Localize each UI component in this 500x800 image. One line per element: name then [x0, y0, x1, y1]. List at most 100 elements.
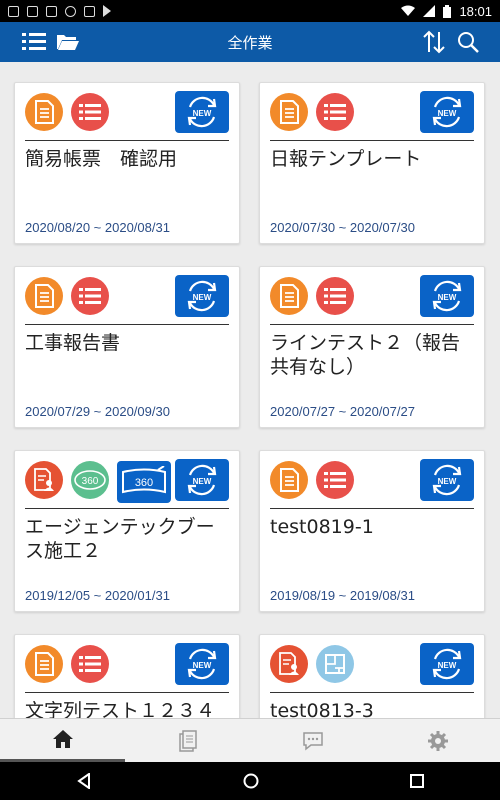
home-icon [52, 730, 73, 748]
recents-icon[interactable] [410, 774, 425, 788]
card-title: 日報テンプレート [270, 148, 422, 170]
wifi-icon [401, 5, 416, 16]
card-type-icons [270, 645, 354, 685]
list-icon [316, 461, 354, 499]
svg-text:NEW: NEW [438, 109, 457, 118]
new-report-button[interactable]: NEW [420, 91, 474, 133]
work-card[interactable]: NEW 日報テンプレート 2020/07/30 ~ 2020/07/30 [259, 82, 485, 244]
nav-reports[interactable] [125, 719, 250, 762]
card-type-icons [270, 277, 354, 317]
card-date-range: 2019/12/05 ~ 2020/01/31 [25, 588, 170, 603]
battery-icon [443, 4, 452, 18]
card-type-icons [270, 461, 354, 501]
divider [270, 324, 474, 325]
360-panorama-icon[interactable]: 360 [117, 461, 171, 503]
card-type-icons [25, 93, 109, 133]
new-report-button[interactable]: NEW [175, 459, 229, 501]
360-icon: 360 [71, 461, 109, 499]
new-report-button[interactable]: NEW [175, 91, 229, 133]
svg-text:NEW: NEW [438, 293, 457, 302]
document-icon [270, 277, 308, 315]
document-person-icon [25, 461, 63, 499]
signal-icon [423, 5, 436, 17]
svg-text:360: 360 [135, 477, 153, 489]
divider [270, 140, 474, 141]
document-icon [270, 461, 308, 499]
card-title: test0819-1 [270, 516, 374, 538]
svg-text:NEW: NEW [193, 293, 212, 302]
document-icon [25, 93, 63, 131]
divider [25, 508, 229, 509]
notification-icon [65, 5, 76, 17]
nav-chat[interactable] [250, 719, 375, 762]
card-type-icons: 360 360 [25, 461, 171, 503]
sort-icon[interactable] [420, 28, 448, 56]
notification-icon [84, 5, 95, 17]
gear-icon [427, 730, 448, 751]
card-type-icons [25, 277, 109, 317]
home-circle-icon[interactable] [243, 773, 259, 789]
svg-text:NEW: NEW [438, 477, 457, 486]
list-icon [316, 277, 354, 315]
svg-text:NEW: NEW [193, 477, 212, 486]
new-report-button[interactable]: NEW [420, 643, 474, 685]
svg-text:360: 360 [82, 476, 99, 487]
new-report-button[interactable]: NEW [175, 643, 229, 685]
card-type-icons [25, 645, 109, 685]
document-icon [25, 277, 63, 315]
work-card[interactable]: NEW 簡易帳票 確認用 2020/08/20 ~ 2020/08/31 [14, 82, 240, 244]
list-icon [71, 93, 109, 131]
card-date-range: 2020/07/29 ~ 2020/09/30 [25, 404, 170, 419]
divider [270, 508, 474, 509]
blueprint-icon [316, 645, 354, 683]
work-card[interactable]: NEW test0813-3 [259, 634, 485, 718]
card-title: 簡易帳票 確認用 [25, 148, 178, 170]
card-title: test0813-3 [270, 700, 374, 718]
svg-text:NEW: NEW [438, 661, 457, 670]
notification-icon [8, 5, 19, 17]
card-type-icons [270, 93, 354, 133]
search-icon[interactable] [454, 28, 482, 56]
documents-icon [178, 729, 197, 752]
divider [270, 692, 474, 693]
card-date-range: 2020/07/27 ~ 2020/07/27 [270, 404, 415, 419]
work-card[interactable]: NEW ラインテスト２（報告共有なし） 2020/07/27 ~ 2020/07/2… [259, 266, 485, 428]
back-icon[interactable] [76, 773, 92, 789]
work-card[interactable]: 360 360 NEW エージェンテックブース施工２ 2019/12/05 ~ 2020… [14, 450, 240, 612]
card-date-range: 2020/07/30 ~ 2020/07/30 [270, 220, 415, 235]
new-report-button[interactable]: NEW [175, 275, 229, 317]
document-icon [25, 645, 63, 683]
work-grid: NEW 簡易帳票 確認用 2020/08/20 ~ 2020/08/31 NEW 日報テ… [0, 62, 500, 718]
new-report-button[interactable]: NEW [420, 275, 474, 317]
svg-text:NEW: NEW [193, 661, 212, 670]
list-icon [71, 645, 109, 683]
nav-settings[interactable] [375, 719, 500, 762]
app-bar: 全作業 [0, 22, 500, 62]
divider [25, 324, 229, 325]
svg-text:NEW: NEW [193, 109, 212, 118]
divider [25, 140, 229, 141]
card-title: 文字列テスト１２３４ [25, 700, 216, 718]
notification-icons [8, 5, 111, 17]
notification-icon [103, 5, 111, 17]
status-bar: 18:01 [0, 0, 500, 22]
card-date-range: 2019/08/19 ~ 2019/08/31 [270, 588, 415, 603]
document-person-icon [270, 645, 308, 683]
list-icon [71, 277, 109, 315]
work-card[interactable]: NEW test0819-1 2019/08/19 ~ 2019/08/31 [259, 450, 485, 612]
system-navigation-bar [0, 762, 500, 800]
card-title: ラインテスト２（報告共有なし） [270, 332, 461, 378]
bottom-navigation [0, 718, 500, 762]
document-icon [270, 93, 308, 131]
card-date-range: 2020/08/20 ~ 2020/08/31 [25, 220, 170, 235]
notification-icon [46, 5, 57, 17]
new-report-button[interactable]: NEW [420, 459, 474, 501]
card-title: エージェンテックブース施工２ [25, 516, 215, 562]
work-card[interactable]: NEW 工事報告書 2020/07/29 ~ 2020/09/30 [14, 266, 240, 428]
notification-icon [27, 5, 38, 17]
nav-home[interactable] [0, 719, 125, 762]
chat-icon [302, 731, 323, 751]
work-card[interactable]: NEW 文字列テスト１２３４ [14, 634, 240, 718]
list-icon [316, 93, 354, 131]
card-title: 工事報告書 [25, 332, 121, 354]
